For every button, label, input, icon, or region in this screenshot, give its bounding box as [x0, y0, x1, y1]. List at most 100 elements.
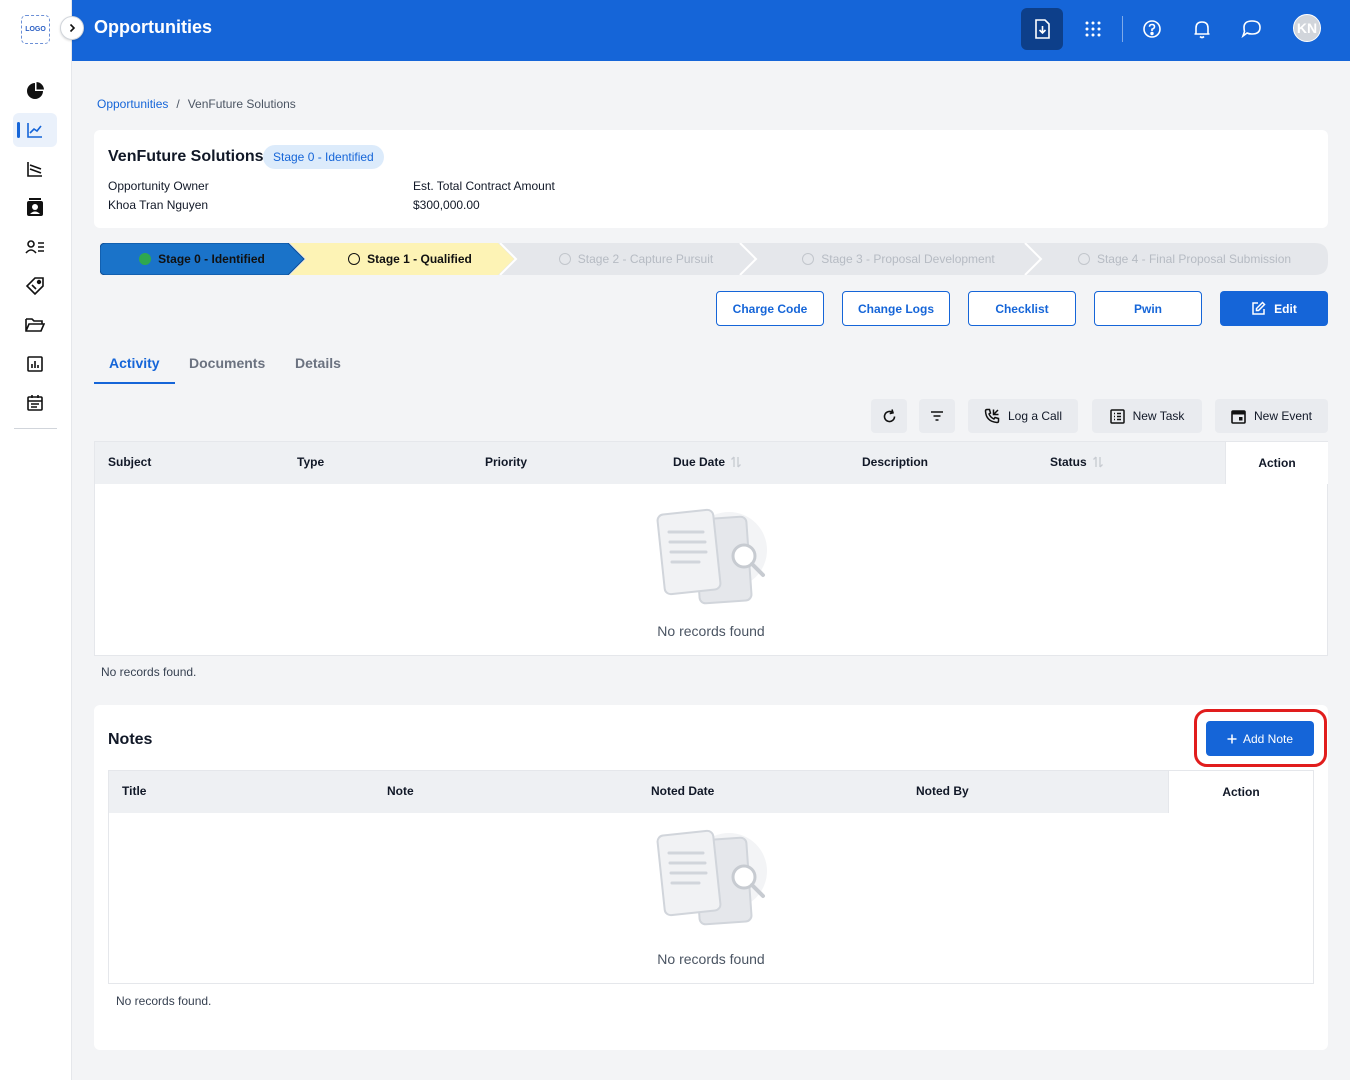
sidebar-item-reports[interactable]: [13, 347, 57, 381]
notes-table: Title Note Noted Date Noted By Action No…: [108, 770, 1314, 984]
amount-value: $300,000.00: [413, 198, 480, 212]
user-avatar[interactable]: KN: [1293, 14, 1321, 42]
breadcrumb-root-link[interactable]: Opportunities: [97, 97, 168, 111]
col-title[interactable]: Title: [122, 784, 146, 798]
new-task-label: New Task: [1132, 409, 1185, 423]
chat-button[interactable]: [1231, 8, 1273, 50]
stage-4-label: Stage 4 - Final Proposal Submission: [1096, 252, 1292, 266]
edit-button[interactable]: Edit: [1220, 291, 1328, 326]
filter-button[interactable]: [919, 399, 955, 433]
sidebar-item-pipeline[interactable]: [13, 152, 57, 186]
col-action: Action: [1225, 442, 1328, 484]
col-note[interactable]: Note: [387, 784, 414, 798]
charge-code-button[interactable]: Charge Code: [716, 291, 824, 326]
col-noted-date[interactable]: Noted Date: [651, 784, 714, 798]
contacts-icon: [27, 198, 43, 216]
sidebar-item-calendar[interactable]: [13, 386, 57, 420]
users-list-icon: [25, 240, 44, 254]
chat-icon: [1241, 20, 1261, 39]
stage-current-icon: [348, 253, 361, 265]
col-status[interactable]: Status: [1050, 455, 1104, 469]
help-icon: [1143, 20, 1161, 38]
empty-records-illustration: [656, 508, 767, 605]
change-logs-button[interactable]: Change Logs: [842, 291, 950, 326]
sidebar-item-tags[interactable]: [13, 269, 57, 303]
new-event-button[interactable]: New Event: [1215, 399, 1328, 433]
sort-icon: [1092, 456, 1103, 468]
sidebar-toggle-button[interactable]: [60, 16, 84, 40]
add-note-button[interactable]: Add Note: [1206, 721, 1314, 756]
stage-4[interactable]: Stage 4 - Final Proposal Submission: [1041, 243, 1328, 275]
col-subject[interactable]: Subject: [108, 455, 151, 469]
stage-0-label: Stage 0 - Identified: [158, 252, 265, 266]
activity-table: Subject Type Priority Due Date Descripti…: [94, 441, 1328, 656]
activity-footer-text: No records found.: [101, 665, 197, 679]
owner-label: Opportunity Owner: [108, 179, 209, 193]
log-call-button[interactable]: Log a Call: [968, 399, 1078, 433]
phone-log-icon: [984, 408, 1000, 424]
activity-table-header: Subject Type Priority Due Date Descripti…: [95, 442, 1225, 484]
dashboard-icon: [27, 82, 44, 99]
pwin-button[interactable]: Pwin: [1094, 291, 1202, 326]
stage-3[interactable]: Stage 3 - Proposal Development: [756, 243, 1041, 275]
folder-icon: [25, 318, 45, 332]
help-button[interactable]: [1131, 8, 1173, 50]
refresh-button[interactable]: [871, 399, 907, 433]
opportunity-name: VenFuture Solutions: [108, 148, 264, 165]
opportunities-icon: [27, 123, 42, 138]
activity-empty-text: No records found: [657, 623, 765, 639]
download-doc-icon: [1035, 19, 1050, 39]
reports-icon: [27, 356, 43, 372]
col-description[interactable]: Description: [862, 455, 928, 469]
stage-0[interactable]: Stage 0 - Identified: [100, 243, 304, 275]
top-header: Opportunities KN: [72, 0, 1350, 61]
stage-complete-icon: [139, 253, 152, 265]
bell-icon: [1194, 21, 1210, 39]
edit-button-label: Edit: [1274, 301, 1297, 316]
empty-records-illustration: [656, 829, 767, 926]
calendar-icon: [27, 395, 43, 411]
notes-title: Notes: [108, 731, 153, 748]
col-due-date[interactable]: Due Date: [673, 455, 742, 469]
tab-activity[interactable]: Activity: [109, 355, 160, 371]
tab-details[interactable]: Details: [295, 355, 341, 371]
sidebar-divider: [14, 428, 57, 429]
new-task-button[interactable]: New Task: [1092, 399, 1202, 433]
calendar-event-icon: [1231, 409, 1246, 424]
sidebar-item-contacts[interactable]: [13, 191, 57, 225]
sidebar-item-opportunities[interactable]: [13, 113, 57, 147]
stage-badge: Stage 0 - Identified: [263, 145, 384, 169]
amount-label: Est. Total Contract Amount: [413, 179, 555, 193]
edit-icon: [1252, 301, 1266, 315]
page-title: Opportunities: [94, 17, 212, 37]
download-doc-button[interactable]: [1021, 8, 1063, 50]
stage-upcoming-icon: [558, 253, 571, 265]
filter-icon: [931, 411, 943, 421]
sort-icon: [731, 456, 741, 468]
sidebar-item-dashboard[interactable]: [13, 74, 57, 108]
apps-grid-button[interactable]: [1072, 8, 1114, 50]
notifications-button[interactable]: [1181, 8, 1223, 50]
sidebar-item-folder[interactable]: [13, 308, 57, 342]
active-tab-indicator: [94, 382, 175, 384]
breadcrumb: Opportunities / VenFuture Solutions: [97, 97, 296, 111]
sidebar-item-users[interactable]: [13, 230, 57, 264]
col-type[interactable]: Type: [297, 455, 324, 469]
col-priority[interactable]: Priority: [485, 455, 527, 469]
plus-icon: [1227, 734, 1237, 743]
add-note-label: Add Note: [1242, 731, 1294, 746]
checklist-button[interactable]: Checklist: [968, 291, 1076, 326]
stage-1-label: Stage 1 - Qualified: [367, 252, 472, 266]
tags-icon: [25, 277, 44, 296]
refresh-icon: [883, 408, 895, 422]
notes-empty-text: No records found: [657, 951, 765, 967]
stage-2[interactable]: Stage 2 - Capture Pursuit: [516, 243, 756, 275]
stage-1[interactable]: Stage 1 - Qualified: [306, 243, 514, 275]
notes-table-header: Title Note Noted Date Noted By: [109, 771, 1168, 813]
col-notes-action: Action: [1168, 771, 1313, 813]
col-noted-by[interactable]: Noted By: [916, 784, 969, 798]
pipeline-icon: [27, 162, 42, 177]
breadcrumb-current: VenFuture Solutions: [187, 97, 296, 111]
opportunity-summary-card: VenFuture Solutions Stage 0 - Identified…: [94, 130, 1328, 228]
tab-documents[interactable]: Documents: [189, 355, 265, 371]
